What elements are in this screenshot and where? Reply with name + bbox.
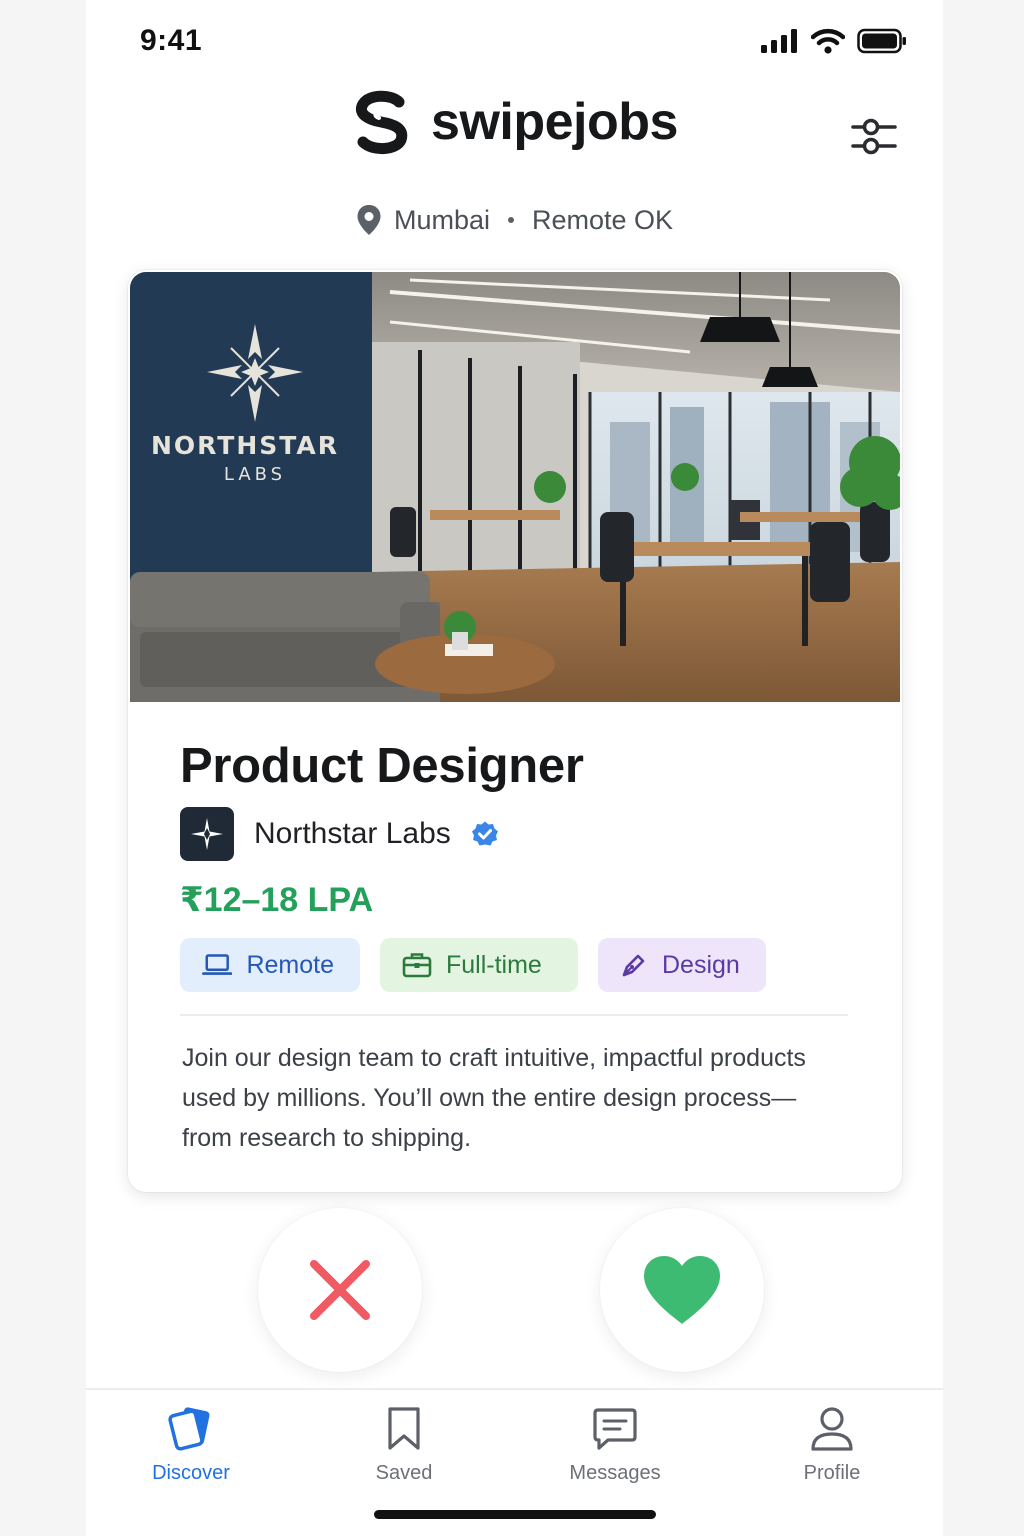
location-bar[interactable]: Mumbai Remote OK <box>86 204 943 236</box>
wall-sign-sub: LABS <box>224 464 286 485</box>
brand-name: swipejobs <box>431 93 678 151</box>
home-indicator[interactable] <box>374 1510 656 1519</box>
job-card[interactable]: NORTHSTAR LABS Product Designer Northsta… <box>128 270 902 1192</box>
filter-button[interactable] <box>849 112 899 162</box>
job-description: Join our design team to craft intuitive,… <box>182 1044 806 1152</box>
pen-icon <box>622 954 645 977</box>
tag-remote[interactable]: Remote <box>180 938 360 992</box>
tag-design[interactable]: Design <box>598 938 766 992</box>
heart-icon <box>644 1256 720 1324</box>
nav-saved-label: Saved <box>375 1462 433 1484</box>
tag-remote-label: Remote <box>246 950 334 979</box>
verified-badge-icon <box>471 821 498 846</box>
location-pin-icon <box>357 205 381 235</box>
wifi-icon <box>811 28 845 54</box>
job-title: Product Designer <box>180 739 584 793</box>
close-icon <box>310 1260 370 1320</box>
brand: swipejobs <box>86 88 943 156</box>
signal-icon <box>761 29 797 53</box>
sliders-icon <box>851 118 897 155</box>
tag-design-label: Design <box>662 950 740 979</box>
like-button[interactable] <box>600 1208 764 1372</box>
salary: ₹12–18 LPA <box>180 881 374 919</box>
separator-dot <box>507 217 514 223</box>
swipejobs-logo-icon <box>356 90 408 154</box>
status-time: 9:41 <box>140 24 203 57</box>
nav-discover[interactable]: Discover <box>116 1406 266 1485</box>
office-photo: NORTHSTAR LABS <box>130 272 900 702</box>
nav-messages[interactable]: Messages <box>540 1406 690 1485</box>
tag-full-time[interactable]: Full-time <box>380 938 578 992</box>
nav-profile[interactable]: Profile <box>757 1406 907 1485</box>
reject-button[interactable] <box>258 1208 422 1372</box>
cards-icon <box>168 1407 210 1451</box>
card-divider <box>180 1014 848 1016</box>
nav-discover-label: Discover <box>152 1462 230 1484</box>
location-city: Mumbai <box>393 204 490 235</box>
star-logo-icon <box>191 818 223 850</box>
company-name: Northstar Labs <box>254 817 451 850</box>
battery-icon <box>857 28 906 54</box>
status-icons <box>761 28 907 54</box>
company-logo <box>180 807 234 861</box>
laptop-icon <box>202 954 233 975</box>
nav-profile-label: Profile <box>803 1462 861 1484</box>
tag-list: Remote Full-time Design <box>180 938 766 992</box>
tag-full-time-label: Full-time <box>446 950 542 979</box>
nav-messages-label: Messages <box>569 1462 661 1484</box>
bookmark-icon <box>388 1407 420 1450</box>
nav-saved[interactable]: Saved <box>329 1406 479 1485</box>
briefcase-icon <box>402 953 432 978</box>
message-icon <box>593 1408 637 1450</box>
wall-sign-name: NORTHSTAR <box>151 431 339 460</box>
user-icon <box>811 1407 853 1451</box>
phone-screen: 9:41 swipejobs Mumbai Remote OK NORTHSTA… <box>86 0 943 1536</box>
company-row[interactable]: Northstar Labs <box>180 807 499 861</box>
location-remote: Remote OK <box>531 204 674 235</box>
